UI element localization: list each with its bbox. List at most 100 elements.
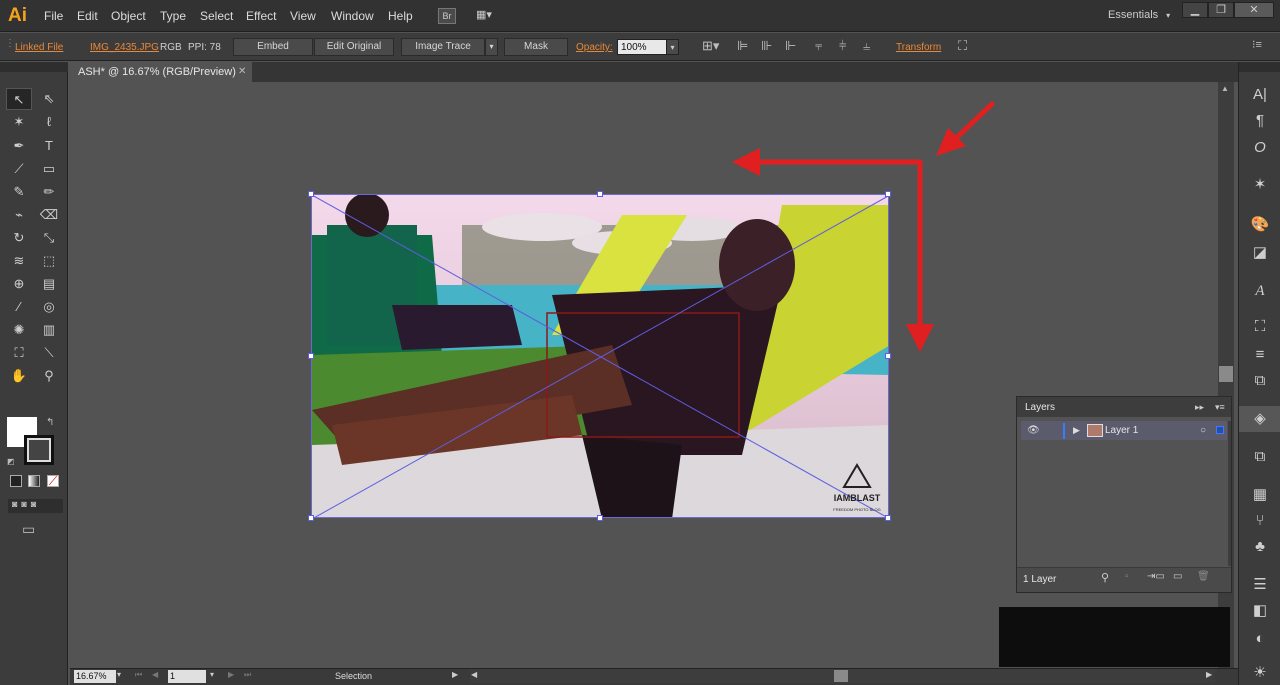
vertical-scroll-thumb[interactable]	[1219, 366, 1233, 382]
scroll-up-icon[interactable]: ▲	[1221, 84, 1229, 93]
scroll-left-icon[interactable]: ◀	[471, 670, 477, 679]
next-artboard-icon[interactable]: ▶	[228, 670, 234, 679]
none-mode-icon[interactable]: ⟋	[47, 475, 59, 487]
menu-view[interactable]: View	[290, 9, 316, 23]
layers-panel-title[interactable]: Layers	[1025, 402, 1055, 413]
close-tab-icon[interactable]: ✕	[238, 62, 246, 82]
artboards-icon[interactable]: ⧉	[1247, 446, 1273, 468]
panel-menu-icon[interactable]: ⁝≡	[1252, 38, 1262, 51]
magic-wand-tool-icon[interactable]: ✶	[6, 111, 32, 133]
rotate-tool-icon[interactable]: ↻	[6, 227, 32, 249]
pencil-tool-icon[interactable]: ✏	[36, 181, 62, 203]
type-tool-icon[interactable]: T	[36, 135, 62, 157]
graph-tool-icon[interactable]: ▥	[36, 319, 62, 341]
workspace-switcher[interactable]: Essentials ▾	[1108, 9, 1170, 21]
image-trace-dropdown[interactable]: ▾	[485, 38, 498, 56]
menu-window[interactable]: Window	[331, 9, 374, 23]
zoom-tool-icon[interactable]: ⚲	[36, 365, 62, 387]
menu-file[interactable]: File	[44, 9, 63, 23]
color-guide-icon[interactable]: 🎨	[1247, 214, 1273, 236]
reference-point-icon[interactable]: ⊞▾	[702, 38, 719, 54]
free-transform-tool-icon[interactable]: ⬚	[36, 250, 62, 272]
expand-layer-icon[interactable]: ▶	[1073, 425, 1080, 436]
prev-artboard-icon[interactable]: ◀	[152, 670, 158, 679]
restore-button[interactable]: ❐	[1208, 2, 1234, 18]
hand-tool-icon[interactable]: ✋	[6, 365, 32, 387]
transparency-icon[interactable]: ◐	[1247, 628, 1273, 650]
locate-object-icon[interactable]: ⚲	[1101, 571, 1109, 584]
brushes-icon[interactable]: ⑂	[1247, 510, 1273, 532]
default-colors-icon[interactable]: ◩	[7, 457, 15, 466]
swatches-icon[interactable]: ▦	[1247, 484, 1273, 506]
slice-tool-icon[interactable]: ⟍	[36, 342, 62, 364]
minimize-button[interactable]: ▁	[1182, 2, 1208, 18]
blend-tool-icon[interactable]: ◎	[36, 296, 62, 318]
mask-button[interactable]: Mask	[504, 38, 568, 56]
eraser-tool-icon[interactable]: ⌫	[36, 204, 62, 226]
horizontal-scroll-thumb[interactable]	[834, 670, 848, 682]
arrange-documents-button[interactable]: ▦▾	[476, 8, 502, 24]
opacity-input[interactable]: 100%	[617, 39, 667, 55]
bbox-handle[interactable]	[885, 515, 891, 521]
new-layer-icon[interactable]: ▭	[1173, 571, 1182, 582]
zoom-dropdown-icon[interactable]: ▾	[117, 670, 121, 679]
bbox-handle[interactable]	[308, 191, 314, 197]
gradient-swatch-icon[interactable]: ◧	[1247, 600, 1273, 622]
align-hcenter-icon[interactable]: ⊪	[761, 38, 772, 54]
transform-panel-icon[interactable]: ⛶	[1247, 316, 1273, 338]
eyedropper-tool-icon[interactable]: ⁄	[6, 296, 32, 318]
symbol-sprayer-tool-icon[interactable]: ✺	[6, 319, 32, 341]
menu-select[interactable]: Select	[200, 9, 233, 23]
color-mode-icon[interactable]	[10, 475, 22, 487]
selection-indicator[interactable]	[1216, 426, 1224, 434]
layers-icon[interactable]: ◈	[1247, 408, 1273, 430]
panel-menu-icon[interactable]: ▾≡	[1215, 402, 1225, 413]
isolate-icon[interactable]: ⛶	[958, 38, 967, 54]
bbox-handle[interactable]	[597, 191, 603, 197]
image-trace-button[interactable]: Image Trace	[401, 38, 485, 56]
align-vcenter-icon[interactable]: ⫩	[839, 38, 846, 54]
bbox-handle[interactable]	[308, 353, 314, 359]
artboard-tool-icon[interactable]: ⛶	[6, 342, 32, 364]
last-artboard-icon[interactable]: ⏭	[244, 670, 251, 680]
shape-builder-tool-icon[interactable]: ⊕	[6, 273, 32, 295]
new-sublayer-icon[interactable]: ⇥▭	[1147, 571, 1165, 582]
rectangle-tool-icon[interactable]: ▭	[36, 158, 62, 180]
make-clipping-mask-icon[interactable]: ▫	[1125, 571, 1129, 582]
linked-file-link[interactable]: Linked File	[15, 42, 63, 53]
opacity-label[interactable]: Opacity:	[576, 42, 613, 53]
menu-object[interactable]: Object	[111, 9, 146, 23]
layer-name[interactable]: Layer 1	[1105, 425, 1138, 436]
lasso-tool-icon[interactable]: ℓ	[36, 111, 62, 133]
artboard-dropdown-icon[interactable]: ▾	[210, 670, 214, 679]
close-button[interactable]: ✕	[1234, 2, 1274, 18]
align-top-icon[interactable]: ⫧	[815, 38, 822, 54]
appearance-icon[interactable]: ☀	[1247, 662, 1273, 684]
direct-selection-tool-icon[interactable]: ⇖	[36, 88, 62, 110]
transform-link[interactable]: Transform	[896, 42, 941, 53]
gradient-panel-icon[interactable]: ◪	[1247, 242, 1273, 264]
embed-button[interactable]: Embed	[233, 38, 313, 56]
collapse-panel-icon[interactable]: ▸▸	[1195, 402, 1204, 413]
align-left-icon[interactable]: ⊫	[737, 38, 748, 54]
bbox-handle[interactable]	[597, 515, 603, 521]
pathfinder-icon[interactable]: ⧉	[1247, 370, 1273, 392]
symbols-icon[interactable]: ♣	[1247, 536, 1273, 558]
swap-fill-stroke-icon[interactable]: ↰	[46, 417, 54, 428]
line-tool-icon[interactable]: ⟋	[6, 158, 32, 180]
selection-tool-icon[interactable]: ↖	[6, 88, 32, 110]
scroll-right-icon[interactable]: ▶	[1206, 670, 1212, 679]
delete-layer-icon[interactable]: 🗑	[1197, 571, 1210, 582]
character-icon[interactable]: A|	[1247, 84, 1273, 106]
warp-tool-icon[interactable]: ≋	[6, 250, 32, 272]
draw-mode-icon[interactable]: ◙◙◙	[8, 499, 63, 513]
screen-mode-icon[interactable]: ▭	[22, 521, 35, 538]
menu-help[interactable]: Help	[388, 9, 413, 23]
target-circle-icon[interactable]: ○	[1200, 425, 1206, 436]
first-artboard-icon[interactable]: ⏮	[135, 670, 142, 680]
document-tab[interactable]: ASH* @ 16.67% (RGB/Preview)	[70, 62, 252, 82]
gradient-mode-icon[interactable]	[28, 475, 40, 487]
scale-tool-icon[interactable]: ⤡	[36, 227, 62, 249]
menu-edit[interactable]: Edit	[77, 9, 98, 23]
opacity-dropdown[interactable]: ▾	[666, 39, 679, 55]
